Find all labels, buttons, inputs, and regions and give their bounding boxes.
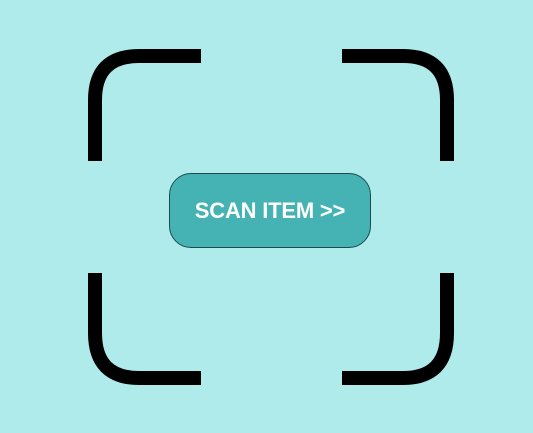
top-right-corner-icon — [342, 49, 454, 161]
top-left-corner-icon — [88, 49, 201, 161]
bottom-right-corner-icon — [342, 273, 454, 385]
bottom-left-corner-icon — [88, 273, 201, 385]
scanner-frame: SCAN ITEM >> — [0, 0, 533, 433]
scan-item-button-label: SCAN ITEM >> — [194, 197, 346, 223]
scan-item-button[interactable]: SCAN ITEM >> — [169, 173, 371, 248]
